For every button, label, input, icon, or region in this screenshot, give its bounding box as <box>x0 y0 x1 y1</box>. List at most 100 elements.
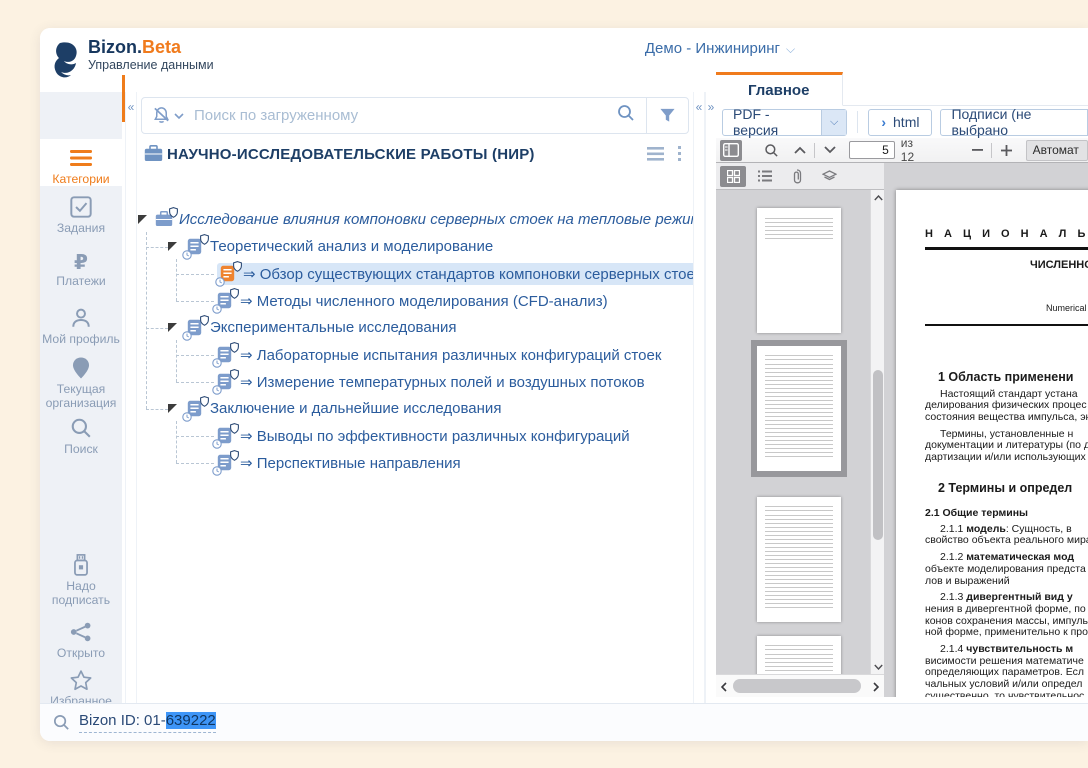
clock-badge-icon <box>182 331 192 341</box>
shield-badge-icon <box>200 234 209 245</box>
tree-expander-icon[interactable] <box>168 404 177 413</box>
tree-node-group[interactable]: Экспериментальные исследования <box>137 314 693 341</box>
sidebar-item-profile[interactable]: Мой профиль <box>40 307 122 357</box>
grid-icon <box>727 170 740 183</box>
previous-page-button[interactable] <box>789 140 811 161</box>
tree-node-document[interactable]: ⇒ Лабораторные испытания различных конфи… <box>137 341 693 368</box>
tree-expander-icon[interactable] <box>138 215 147 224</box>
pdf-page: Н А Ц И О Н А Л Ь Н Ы Й СЧИСЛЕННОЕNumeri… <box>896 190 1088 697</box>
sidebar-item-share[interactable]: Открыто <box>40 621 122 665</box>
search-icon <box>70 417 92 439</box>
show-layers-button[interactable] <box>816 166 842 187</box>
scrollbar-thumb[interactable] <box>873 370 883 540</box>
clock-badge-icon <box>212 358 222 368</box>
sidebar-item-menu[interactable]: Категории <box>40 139 122 186</box>
scroll-left-button[interactable] <box>716 675 732 697</box>
search-submit[interactable] <box>606 103 646 128</box>
signatures-select[interactable]: Подписи (не выбрано <box>940 109 1088 136</box>
tree-node-label: ⇒ Лабораторные испытания различных конфи… <box>240 346 661 364</box>
bell-slash-icon <box>152 106 171 125</box>
filter-button[interactable] <box>646 98 688 133</box>
next-page-button[interactable] <box>818 140 840 161</box>
collapse-left-icon[interactable]: « <box>126 100 136 114</box>
tab-main[interactable]: Главное <box>716 72 843 106</box>
show-attachments-button[interactable] <box>784 166 810 187</box>
tree-menu-icon[interactable] <box>647 147 664 161</box>
tree-node-group[interactable]: Теоретический анализ и моделирование <box>137 233 693 260</box>
show-outline-button[interactable] <box>752 166 778 187</box>
paperclip-icon <box>792 169 802 184</box>
logo-subtitle: Управление данными <box>88 58 214 72</box>
document-icon <box>217 454 234 472</box>
bizon-id[interactable]: Bizon ID: 01-639222 <box>79 712 216 733</box>
tree-node-document[interactable]: ⇒ Методы численного моделирования (CFD-а… <box>137 287 693 314</box>
scroll-down-button[interactable] <box>871 659 884 674</box>
collapse-right-icon[interactable]: » <box>706 100 716 114</box>
document-icon <box>187 319 204 337</box>
sidebar-item-label: Задания <box>40 221 122 235</box>
toggle-sidebar-button[interactable] <box>720 140 742 161</box>
tree-more-icon[interactable] <box>677 145 682 162</box>
thumbnail-vertical-scrollbar[interactable] <box>870 190 884 674</box>
thumbnail-horizontal-scrollbar[interactable] <box>716 674 884 697</box>
document-paragraph: Настоящий стандарт устанаделирования физ… <box>925 389 1088 424</box>
share-icon <box>70 621 92 643</box>
organization-selector[interactable]: Демо - Инжиниринг⌵ <box>605 40 835 57</box>
sidebar-item-sign-token[interactable]: Надо подписать <box>40 554 122 614</box>
sidebar-item-org-pin[interactable]: Текущая организация <box>40 357 122 417</box>
tree-root-title: НАУЧНО-ИССЛЕДОВАТЕЛЬСКИЕ РАБОТЫ (НИР) <box>167 146 535 163</box>
html-version-button[interactable]: › html <box>868 109 932 136</box>
minus-icon <box>972 149 983 151</box>
document-paragraph: 2.1.3 дивергентный вид унения в диверген… <box>925 592 1088 639</box>
clock-badge-icon <box>212 439 222 449</box>
chevron-down-icon: ⌵ <box>821 110 847 135</box>
tree-expander-icon[interactable] <box>168 242 177 251</box>
scrollbar-thumb[interactable] <box>733 679 861 693</box>
document-icon <box>217 373 234 391</box>
sidebar-collapse-strip[interactable]: « <box>125 92 137 703</box>
document-paragraph: 2.1.2 математическая модобъекте моделиро… <box>925 552 1088 587</box>
scroll-right-button[interactable] <box>868 675 884 697</box>
tree-node-label: ⇒ Измерение температурных полей и воздуш… <box>240 373 645 391</box>
page-number-input[interactable] <box>849 141 895 159</box>
scroll-up-button[interactable] <box>871 190 884 205</box>
document-icon <box>217 292 234 310</box>
tree-header: НАУЧНО-ИССЛЕДОВАТЕЛЬСКИЕ РАБОТЫ (НИР) <box>137 140 693 170</box>
tree-node-group[interactable]: Заключение и дальнейшие исследования <box>137 395 693 422</box>
sidebar-item-search[interactable]: Поиск <box>40 417 122 467</box>
shield-badge-icon <box>230 450 239 461</box>
zoom-out-button[interactable] <box>966 140 988 161</box>
footer-bar: Bizon ID: 01-639222 <box>40 703 1088 741</box>
tree-collapse-strip[interactable]: « <box>693 92 705 703</box>
pdf-page-area[interactable]: Н А Ц И О Н А Л Ь Н Ы Й СЧИСЛЕННОЕNumeri… <box>884 163 1088 697</box>
divider <box>857 111 858 133</box>
show-thumbnails-button[interactable] <box>720 166 746 187</box>
zoom-select[interactable]: Автомат <box>1026 140 1088 161</box>
zoom-in-button[interactable] <box>995 140 1017 161</box>
sidebar-item-ruble[interactable]: ₽Платежи <box>40 252 122 302</box>
page-thumbnail[interactable] <box>757 208 841 333</box>
logo-beta: Beta <box>142 37 181 57</box>
search-filter-mode[interactable] <box>142 106 194 125</box>
section-heading: 2 Термины и определ <box>938 481 1088 495</box>
page-thumbnail[interactable] <box>757 497 841 622</box>
tree-expander-icon[interactable] <box>168 323 177 332</box>
pdf-search-button[interactable] <box>760 140 782 161</box>
page-thumbnail-selected[interactable] <box>757 346 841 471</box>
search-input[interactable] <box>194 107 606 124</box>
tree-node-project[interactable]: Исследование влияния компоновки серверны… <box>137 206 693 233</box>
tree-node-document[interactable]: ⇒ Перспективные направления <box>137 449 693 476</box>
task-icon <box>70 196 92 218</box>
rule-thick <box>925 247 1088 250</box>
version-select[interactable]: PDF - версия ⌵ <box>722 109 847 136</box>
sidebar-item-label: Текущая организация <box>40 382 122 410</box>
search-icon <box>52 713 71 732</box>
sidebar-item-task[interactable]: Задания <box>40 196 122 246</box>
tree-node-document[interactable]: ⇒ Измерение температурных полей и воздуш… <box>137 368 693 395</box>
search-icon <box>764 143 779 158</box>
collapse-left-icon[interactable]: « <box>694 100 704 114</box>
shield-badge-icon <box>169 207 178 218</box>
tree-node-document[interactable]: ⇒ Обзор существующих стандартов компонов… <box>137 260 693 287</box>
tree-node-document[interactable]: ⇒ Выводы по эффективности различных конф… <box>137 422 693 449</box>
tree-node-label: ⇒ Перспективные направления <box>240 454 461 472</box>
